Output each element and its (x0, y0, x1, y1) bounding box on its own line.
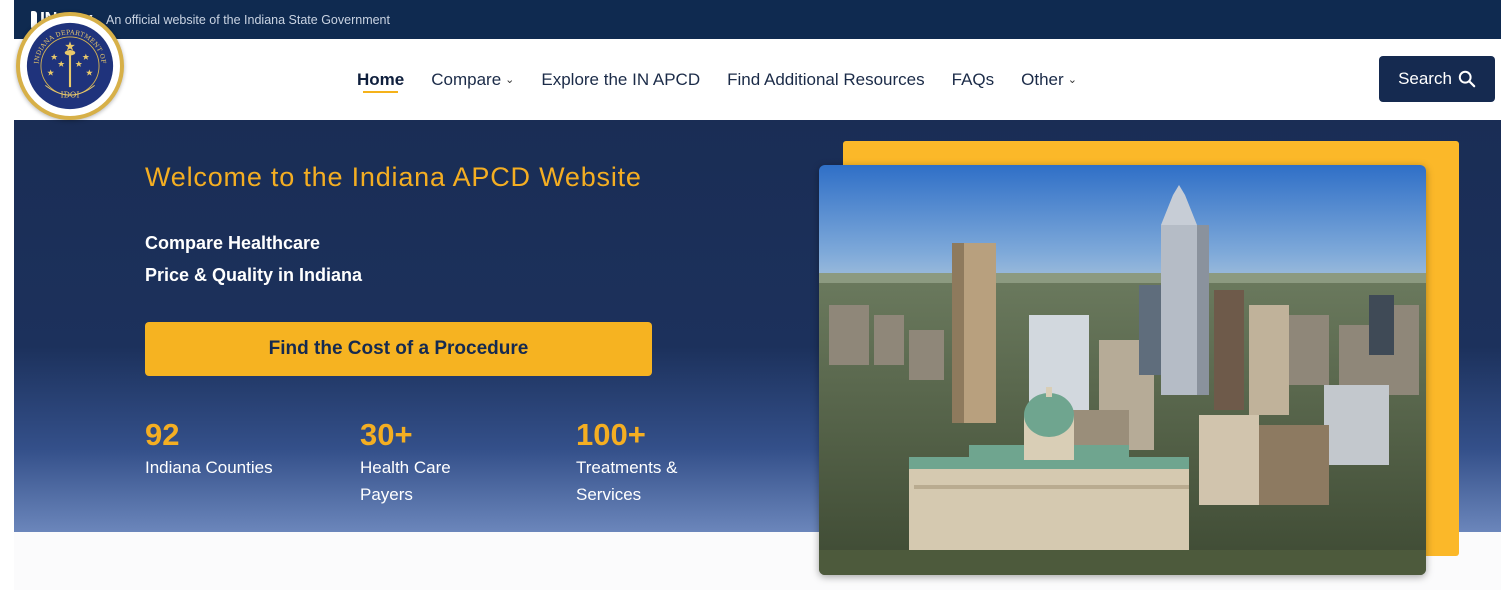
seal-inner: INDIANA DEPARTMENT OF INSURANCE IDOI (20, 16, 120, 116)
search-icon (1458, 70, 1476, 88)
left-gutter (0, 0, 14, 590)
nav-compare-label: Compare (431, 69, 502, 89)
nav-home-label: Home (357, 69, 405, 89)
stat-label: Treatments & (576, 458, 678, 477)
nav-other-label: Other (1021, 69, 1064, 89)
nav-other[interactable]: Other ⌄ (1021, 39, 1077, 120)
page: IN.gov An official website of the Indian… (0, 0, 1501, 590)
seal-bottom-text: IDOI (60, 91, 79, 100)
search-button-label: Search (1398, 69, 1452, 88)
stat-payers: 30+ Health Care Payers (360, 416, 451, 508)
nav-resources[interactable]: Find Additional Resources (727, 39, 925, 120)
stat-label: Payers (360, 485, 413, 504)
hero-subtitle-line1: Compare Healthcare (145, 233, 321, 253)
hero-subtitle-line2: Price & Quality in Indiana (145, 265, 363, 285)
official-banner: IN.gov An official website of the Indian… (14, 0, 1501, 39)
chevron-down-icon: ⌄ (1067, 74, 1077, 86)
stat-label: Indiana Counties (145, 458, 273, 477)
hero-title: Welcome to the Indiana APCD Website (145, 162, 642, 192)
official-website-text: An official website of the Indiana State… (106, 12, 390, 27)
main-navbar: Home Compare ⌄ Explore the IN APCD Find … (14, 39, 1501, 120)
chevron-down-icon: ⌄ (505, 74, 515, 86)
indianapolis-skyline-image (819, 165, 1426, 575)
main-nav: Home Compare ⌄ Explore the IN APCD Find … (357, 39, 1104, 120)
stat-counties: 92 Indiana Counties (145, 416, 273, 481)
stat-number: 92 (145, 417, 180, 452)
stat-number: 100+ (576, 417, 646, 452)
hero-subtitle: Compare Healthcare Price & Quality in In… (145, 227, 362, 291)
idoi-seal-logo[interactable]: INDIANA DEPARTMENT OF INSURANCE IDOI (16, 12, 124, 120)
stat-number: 30+ (360, 417, 413, 452)
nav-compare[interactable]: Compare ⌄ (431, 39, 514, 120)
nav-home[interactable]: Home (357, 39, 404, 120)
nav-faqs-label: FAQs (951, 69, 995, 89)
nav-faqs[interactable]: FAQs (952, 39, 995, 120)
search-button[interactable]: Search (1379, 56, 1495, 102)
stat-label: Services (576, 485, 642, 504)
find-cost-button[interactable]: Find the Cost of a Procedure (145, 322, 652, 376)
stat-treatments: 100+ Treatments & Services (576, 416, 677, 508)
nav-explore[interactable]: Explore the IN APCD (541, 39, 700, 120)
stat-label: Health Care (360, 458, 451, 477)
nav-resources-label: Find Additional Resources (727, 69, 925, 89)
nav-explore-label: Explore the IN APCD (541, 69, 701, 89)
seal-emblem-icon: INDIANA DEPARTMENT OF INSURANCE IDOI (26, 22, 114, 110)
